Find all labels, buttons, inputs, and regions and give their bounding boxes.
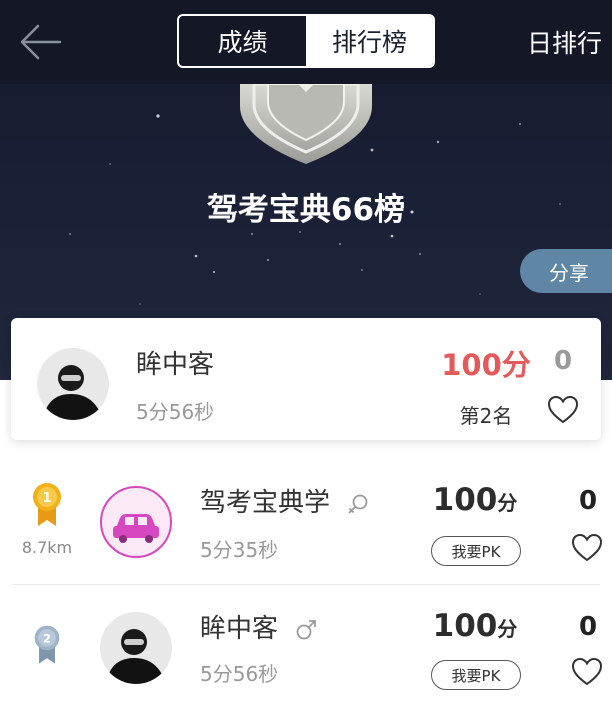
time-used: 5分35秒 [200,538,279,562]
board-title: 驾考宝典66榜 [206,192,406,228]
tab-leaderboard[interactable]: 排行榜 [306,16,433,66]
heart-icon[interactable] [572,658,602,686]
my-time: 5分56秒 [136,400,215,424]
back-arrow-icon[interactable] [18,22,62,62]
like-count: 0 [578,486,598,516]
share-button[interactable]: 分享 [520,249,612,293]
my-username: 眸中客 [136,350,215,380]
person-avatar-icon [37,348,109,420]
distance-label: 8.7km [21,538,73,557]
silver-medal-icon: 2 [34,625,60,664]
score-unit: 分 [497,617,518,641]
score: 100分 [425,608,525,644]
username: 驾考宝典学 [200,482,370,519]
my-like-count: 0 [553,346,573,376]
score-unit: 分 [497,491,518,515]
score: 100分 [425,482,525,518]
username-text: 驾考宝典学 [200,488,331,518]
score-value: 100 [432,608,498,644]
daily-ranking-button[interactable]: 日排行 [527,24,602,60]
my-rank: 第2名 [459,404,513,428]
avatar[interactable] [37,348,109,420]
username-text: 眸中客 [200,614,279,644]
pk-button[interactable]: 我要PK [431,536,521,566]
male-icon [296,619,317,639]
my-result-card: 眸中客 5分56秒 100分 第2名 0 [11,318,601,440]
username: 眸中客 [200,608,318,645]
ranking-row-1[interactable]: 1 8.7km 驾考宝典学 5分35秒 100分 我要PK 0 [0,462,612,582]
like-count: 0 [578,612,598,642]
shield-badge-icon [240,84,372,164]
segmented-tabs: 成绩 排行榜 [177,14,435,68]
avatar[interactable] [100,612,172,684]
pk-button[interactable]: 我要PK [431,660,521,690]
svg-text:1: 1 [42,491,51,506]
svg-text:2: 2 [43,631,51,645]
gold-medal-icon: 1 [33,483,61,526]
person-avatar-icon [100,612,172,684]
score-value: 100 [432,482,498,518]
my-score: 100分 [441,348,531,382]
row-divider [12,584,600,585]
tab-score[interactable]: 成绩 [179,16,306,66]
heart-icon[interactable] [572,534,602,562]
heart-icon[interactable] [548,396,578,424]
top-navigation-bar: 成绩 排行榜 日排行 [0,0,612,84]
avatar[interactable] [100,486,172,558]
car-icon [113,514,159,543]
female-icon [348,494,368,514]
time-used: 5分56秒 [200,662,279,686]
ranking-row-2[interactable]: 2 眸中客 5分56秒 100分 我要PK 0 [0,586,612,706]
